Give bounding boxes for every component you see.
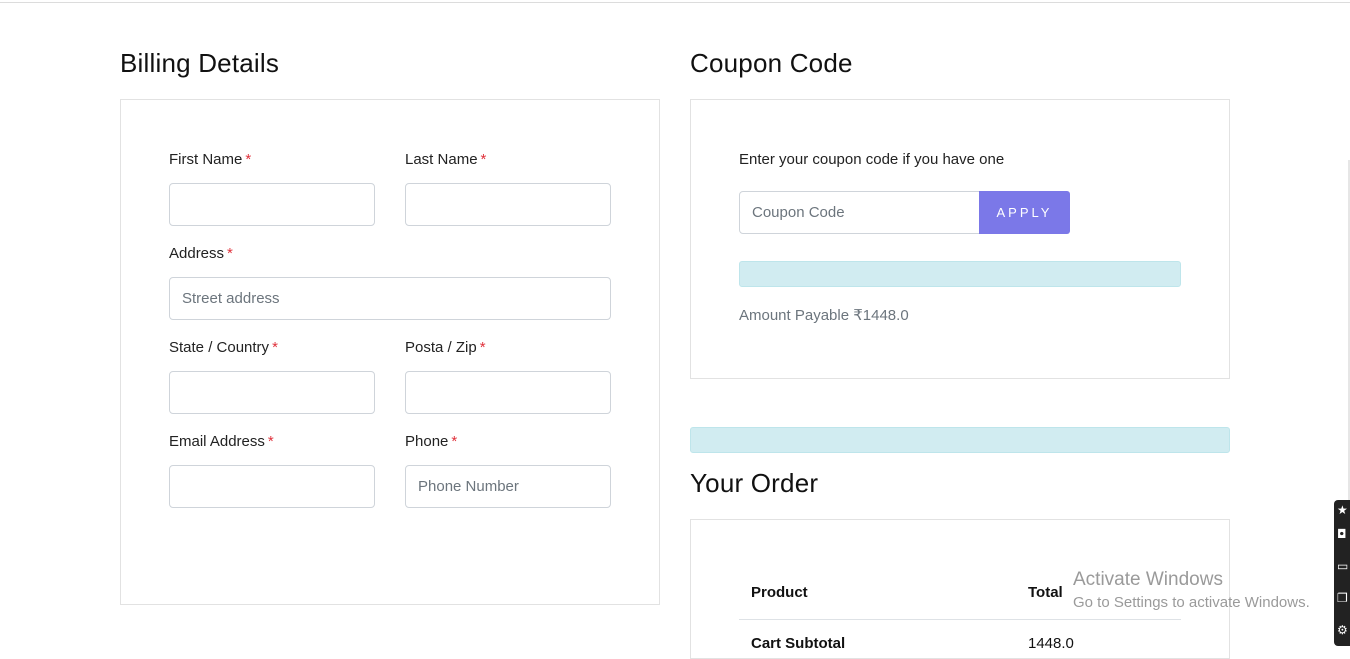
apply-coupon-button[interactable]: APPLY — [979, 191, 1070, 234]
column-header-product: Product — [751, 584, 808, 601]
table-row-product: Cart Subtotal — [751, 635, 846, 652]
gear-icon[interactable]: ⚙ — [1337, 624, 1350, 637]
coupon-card — [690, 99, 1230, 379]
required-mark: * — [227, 245, 233, 262]
side-dock: ★ ◘ ▭ ❐ ⚙ — [1334, 500, 1350, 646]
order-alert — [690, 427, 1230, 453]
required-mark: * — [267, 433, 274, 450]
coupon-title: Coupon Code — [690, 48, 853, 78]
required-mark: * — [272, 339, 278, 356]
window-icon[interactable]: ▭ — [1337, 560, 1350, 573]
pages-icon[interactable]: ❐ — [1337, 592, 1350, 605]
table-divider — [739, 619, 1181, 620]
state-country-label: State / Country * — [169, 339, 278, 356]
amount-payable: Amount Payable ₹1448.0 — [739, 307, 909, 324]
last-name-input[interactable] — [405, 183, 611, 226]
required-mark: * — [451, 433, 458, 450]
first-name-input[interactable] — [169, 183, 375, 226]
last-name-label: Last Name * — [405, 151, 487, 168]
email-input[interactable] — [169, 465, 375, 508]
phone-input[interactable] — [405, 465, 611, 508]
phone-label: Phone * — [405, 433, 458, 450]
star-icon[interactable]: ★ — [1337, 504, 1350, 517]
required-mark: * — [245, 151, 252, 168]
coupon-alert — [739, 261, 1181, 287]
required-mark: * — [479, 339, 486, 356]
coupon-hint: Enter your coupon code if you have one — [739, 151, 1005, 168]
table-row-total: 1448.0 — [1028, 635, 1074, 652]
billing-title: Billing Details — [120, 48, 280, 78]
address-input[interactable] — [169, 277, 611, 320]
camera-icon[interactable]: ◘ — [1337, 528, 1350, 541]
activate-windows-title: Activate Windows — [1073, 569, 1223, 590]
state-country-input[interactable] — [169, 371, 375, 414]
order-title: Your Order — [690, 468, 819, 498]
email-label: Email Address * — [169, 433, 274, 450]
postal-zip-input[interactable] — [405, 371, 611, 414]
first-name-label: First Name * — [169, 151, 252, 168]
address-label: Address * — [169, 245, 233, 262]
coupon-input[interactable] — [739, 191, 980, 234]
postal-zip-label: Posta / Zip * — [405, 339, 486, 356]
column-header-total: Total — [1028, 584, 1063, 601]
required-mark: * — [480, 151, 487, 168]
top-divider — [0, 2, 1350, 3]
activate-windows-subtitle: Go to Settings to activate Windows. — [1073, 594, 1310, 611]
